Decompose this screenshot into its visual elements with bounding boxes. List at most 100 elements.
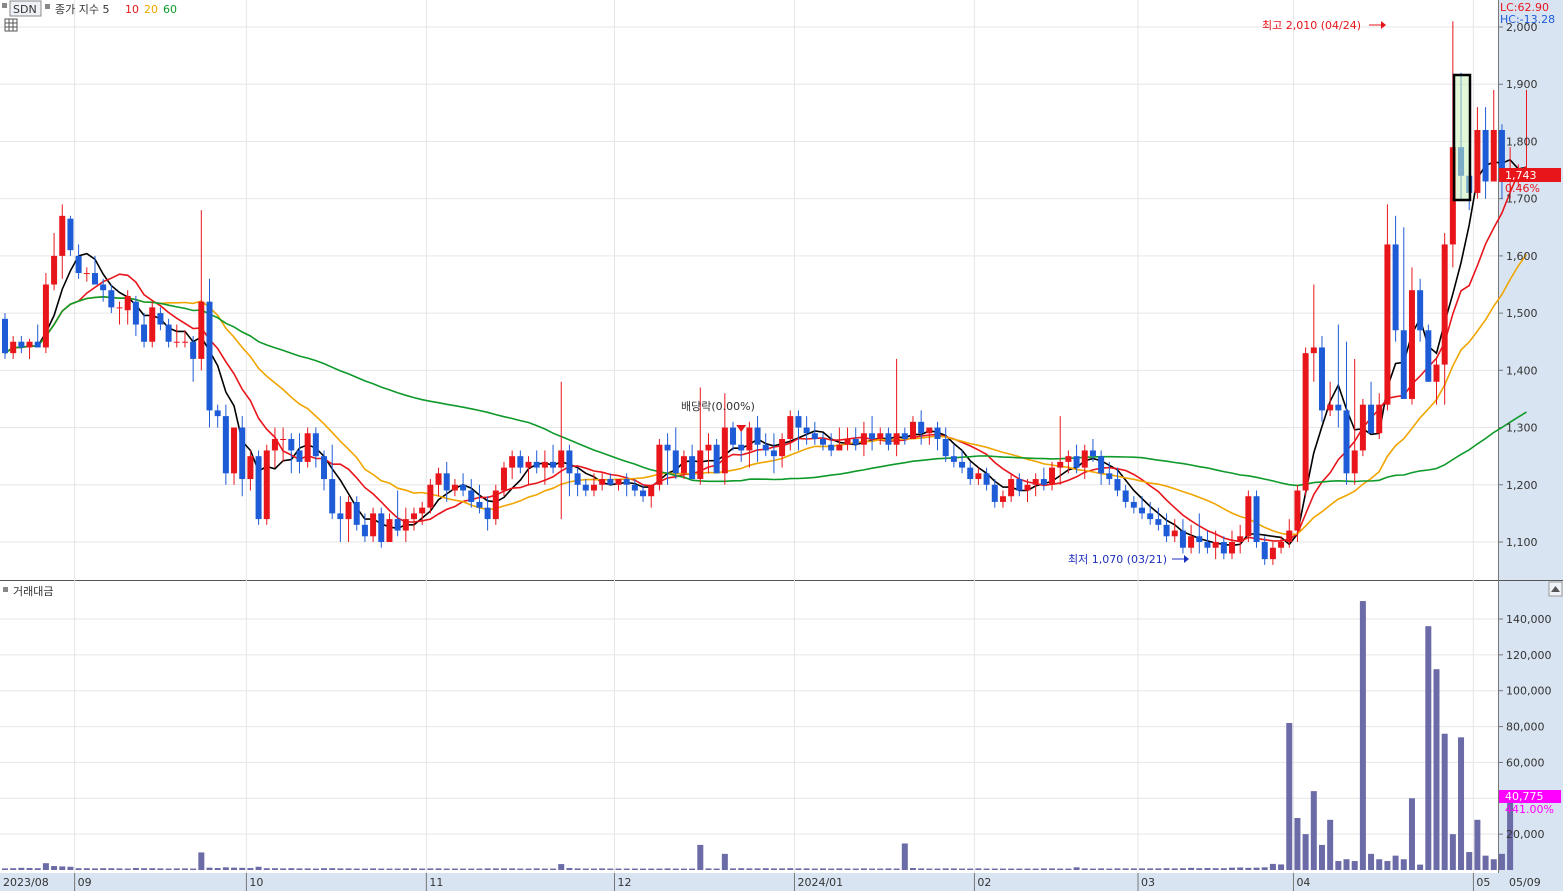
candle-body bbox=[1040, 479, 1047, 485]
volume-bar bbox=[999, 868, 1006, 870]
price-tick-label: 1,200 bbox=[1506, 479, 1538, 492]
volume-bar bbox=[803, 868, 810, 870]
candle-body bbox=[402, 519, 409, 531]
candle-body bbox=[1392, 244, 1399, 331]
volume-bar bbox=[697, 844, 704, 870]
volume-bar bbox=[1368, 853, 1375, 870]
volume-bar bbox=[1474, 819, 1481, 870]
volume-bar bbox=[836, 868, 843, 870]
volume-bar bbox=[983, 868, 990, 870]
volume-bar bbox=[664, 868, 671, 870]
candle-body bbox=[631, 484, 638, 491]
candle-body bbox=[550, 461, 557, 468]
volume-bar bbox=[574, 868, 581, 870]
volume-bar bbox=[492, 868, 499, 870]
volume-bar bbox=[779, 868, 786, 870]
volume-bar bbox=[1065, 868, 1072, 870]
candle-body bbox=[615, 479, 622, 485]
candle-body bbox=[1318, 347, 1325, 411]
volume-bar bbox=[770, 868, 777, 870]
volume-bar bbox=[1498, 853, 1505, 870]
candle-body bbox=[1261, 542, 1268, 560]
candle-body bbox=[811, 433, 818, 439]
volume-bar bbox=[378, 868, 385, 870]
candle-body bbox=[337, 513, 344, 520]
date-tick-label: 2023/08 bbox=[3, 876, 49, 889]
volume-bar bbox=[468, 868, 475, 870]
volume-bar bbox=[10, 868, 17, 870]
volume-bar bbox=[460, 868, 467, 870]
volume-bar bbox=[844, 868, 851, 870]
candle-body bbox=[885, 433, 892, 445]
volume-bar bbox=[623, 868, 630, 870]
candle-body bbox=[468, 490, 475, 502]
volume-bar bbox=[484, 868, 491, 870]
candle-body bbox=[312, 433, 319, 457]
volume-bar bbox=[18, 867, 25, 870]
candle-body bbox=[190, 341, 197, 359]
volume-bar bbox=[762, 868, 769, 870]
volume-bar bbox=[304, 868, 311, 870]
volume-bar bbox=[811, 868, 818, 870]
candle-body bbox=[918, 421, 925, 434]
volume-bar bbox=[1376, 859, 1383, 870]
volume-bar bbox=[124, 868, 131, 870]
volume-bar bbox=[1458, 737, 1465, 870]
candle-body bbox=[1212, 542, 1219, 548]
candle-body bbox=[1253, 496, 1260, 542]
candle-body bbox=[378, 513, 385, 542]
volume-bar bbox=[550, 868, 557, 870]
candle-body bbox=[1368, 404, 1375, 434]
candle-body bbox=[1188, 536, 1195, 548]
grid-table-icon[interactable] bbox=[4, 18, 18, 32]
candle-body bbox=[1269, 547, 1276, 560]
volume-bar bbox=[942, 868, 949, 870]
candle-body bbox=[1024, 484, 1031, 491]
candle-body bbox=[386, 519, 393, 542]
candle-body bbox=[746, 427, 753, 451]
price-tick-label: 1,400 bbox=[1506, 364, 1538, 377]
date-tick-label: 12 bbox=[618, 876, 632, 889]
high-annotation: 최고 2,010 (04/24) bbox=[1262, 19, 1361, 32]
candle-body bbox=[345, 501, 352, 520]
volume-bar bbox=[1490, 859, 1497, 870]
candle-body bbox=[1376, 404, 1383, 434]
candle-body bbox=[991, 484, 998, 502]
candle-body bbox=[1204, 542, 1211, 548]
dividend-annotation: 배당락(0.00%) bbox=[681, 400, 755, 413]
candle-body bbox=[296, 450, 303, 462]
volume-bar bbox=[721, 853, 728, 870]
volume-bar bbox=[615, 868, 622, 870]
volume-bar bbox=[1433, 669, 1440, 870]
volume-bar bbox=[75, 868, 82, 870]
volume-bar bbox=[860, 868, 867, 870]
candle-body bbox=[59, 215, 66, 256]
candle-body bbox=[1008, 479, 1015, 497]
candle-body bbox=[1081, 450, 1088, 468]
candle-body bbox=[75, 255, 82, 274]
candle-body bbox=[1433, 364, 1440, 382]
volume-bar bbox=[263, 868, 270, 870]
candle-body bbox=[116, 307, 123, 309]
candle-body bbox=[959, 461, 966, 468]
candle-body bbox=[1302, 353, 1309, 491]
low-annotation: 최저 1,070 (03/21) bbox=[1068, 553, 1167, 566]
ma10-label: 10 bbox=[125, 3, 139, 16]
candle-body bbox=[672, 450, 679, 474]
date-tick-label: 2024/01 bbox=[797, 876, 843, 889]
volume-bar bbox=[648, 868, 655, 870]
candle-body bbox=[361, 524, 368, 537]
candle-body bbox=[590, 484, 597, 491]
candle-body bbox=[926, 427, 933, 434]
stock-chart[interactable]: 1,1001,2001,3001,4001,5001,6001,7001,800… bbox=[0, 0, 1563, 891]
header-marker bbox=[2, 3, 7, 8]
candle-body bbox=[623, 479, 630, 485]
volume-bar bbox=[2, 868, 8, 870]
scroll-up-icon[interactable] bbox=[1548, 581, 1563, 597]
candle-body bbox=[206, 301, 213, 411]
volume-bar bbox=[1179, 868, 1186, 870]
ma60-label: 60 bbox=[163, 3, 177, 16]
volume-bar bbox=[909, 868, 916, 870]
candle-body bbox=[680, 456, 687, 474]
volume-bar bbox=[1032, 868, 1039, 870]
